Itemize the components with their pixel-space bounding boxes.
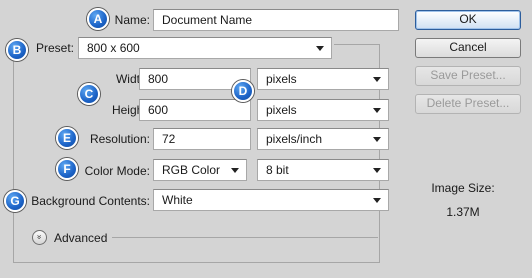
callout-badge-e: E	[56, 127, 78, 149]
image-size-label: Image Size:	[431, 181, 495, 195]
double-chevron-down-icon: »	[35, 234, 45, 240]
background-contents-select[interactable]: White	[153, 189, 389, 211]
resolution-label: Resolution:	[89, 132, 150, 146]
background-contents-value: White	[162, 193, 193, 207]
chevron-down-icon	[373, 77, 381, 82]
color-mode-label: Color Mode:	[84, 164, 150, 178]
callout-badge-f: F	[56, 158, 78, 180]
color-mode-value: RGB Color	[162, 163, 221, 177]
chevron-down-icon	[373, 198, 381, 203]
background-contents-label: Background Contents:	[31, 194, 150, 208]
callout-badge-d: D	[232, 80, 254, 102]
chevron-down-icon	[231, 168, 239, 173]
height-unit-value: pixels	[266, 103, 297, 117]
callout-badge-g: G	[4, 190, 26, 212]
group-box-bottom	[13, 262, 380, 263]
callout-badge-c: C	[78, 83, 100, 105]
resolution-input[interactable]: 72	[153, 128, 251, 150]
document-name-input[interactable]: Document Name	[153, 9, 399, 31]
chevron-down-icon	[316, 46, 324, 51]
chevron-down-icon	[373, 108, 381, 113]
preset-label: Preset:	[35, 41, 74, 55]
bit-depth-select[interactable]: 8 bit	[257, 159, 389, 181]
width-unit-select[interactable]: pixels	[257, 68, 389, 90]
width-unit-value: pixels	[266, 72, 297, 86]
group-box-top	[334, 44, 379, 45]
cancel-button[interactable]: Cancel	[415, 38, 521, 58]
image-size-value: 1.37M	[446, 205, 480, 219]
group-box-left	[13, 56, 14, 262]
preset-select[interactable]: 800 x 600	[78, 37, 332, 59]
ok-button[interactable]: OK	[415, 10, 521, 30]
callout-badge-a: A	[87, 8, 109, 30]
height-unit-select[interactable]: pixels	[257, 99, 389, 121]
resolution-unit-value: pixels/inch	[266, 132, 323, 146]
preset-value: 800 x 600	[87, 41, 140, 55]
save-preset-button[interactable]: Save Preset...	[415, 66, 521, 86]
advanced-toggle-button[interactable]: »	[32, 230, 47, 245]
chevron-down-icon	[373, 168, 381, 173]
delete-preset-button[interactable]: Delete Preset...	[415, 94, 521, 114]
color-mode-select[interactable]: RGB Color	[153, 159, 247, 181]
name-label: Name:	[114, 13, 150, 27]
advanced-label: Advanced	[54, 231, 108, 245]
advanced-divider	[112, 237, 378, 238]
resolution-unit-select[interactable]: pixels/inch	[257, 128, 389, 150]
chevron-down-icon	[373, 137, 381, 142]
bit-depth-value: 8 bit	[266, 163, 289, 177]
height-input[interactable]: 600	[139, 99, 251, 121]
callout-badge-b: B	[6, 39, 28, 61]
